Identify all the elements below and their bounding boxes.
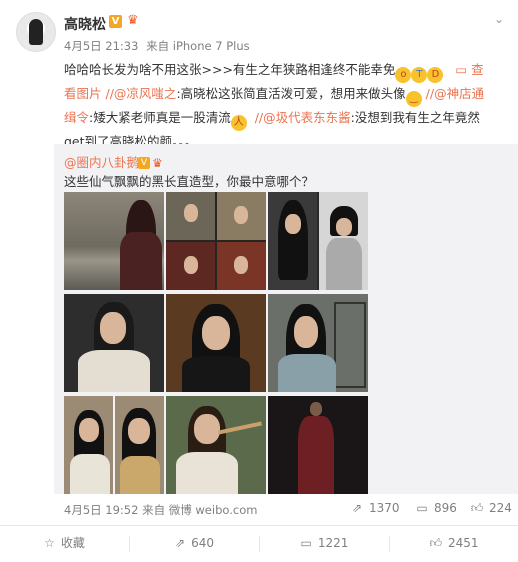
verified-icon: V [138, 156, 150, 169]
repost-comment-3: :没想到我有生之年竟然 [350, 110, 480, 125]
smile-emoji-icon: ‿ [405, 91, 422, 107]
repost-icon: ⇗ [175, 536, 186, 550]
avatar-figure [29, 19, 43, 45]
view-image-link-2[interactable]: 看图片 [64, 86, 102, 101]
verified-icon: V [109, 15, 122, 28]
from-label: 来自 [146, 39, 170, 53]
repost-count-small[interactable]: ⇗ 1370 [350, 501, 400, 515]
text-line-1: 哈哈哈长发为啥不用这张>>>有生之年狭路相逢终不能幸免 [64, 62, 396, 77]
crying-emoji-icon: T [411, 67, 428, 83]
post-time[interactable]: 4月5日 21:33 [64, 39, 138, 53]
like-icon: 👍︎ [429, 536, 442, 550]
photo-8[interactable] [166, 396, 266, 494]
photo-5[interactable] [166, 294, 266, 392]
comment-icon: ▭ [300, 536, 312, 550]
repost-author[interactable]: @圈内八卦鹅 [64, 152, 139, 171]
photo-1[interactable] [64, 192, 164, 290]
crown-icon: ♛ [152, 155, 163, 170]
repost-badges: V ♛ [138, 152, 163, 171]
photo-4[interactable] [64, 294, 164, 392]
star-icon: ☆ [44, 536, 55, 550]
weibo-card: 高晓松 V ♛ ⌄ 4月5日 21:33 来自 iPhone 7 Plus 哈哈… [0, 0, 518, 562]
pray-emoji-icon: 人 [230, 115, 247, 131]
author-name[interactable]: 高晓松 [64, 14, 106, 34]
post-device: iPhone 7 Plus [172, 39, 250, 53]
repost-box: @圈内八卦鹅 V ♛ 这些仙气飘飘的黑长直造型，你最中意哪个？ [54, 144, 518, 494]
view-image-link[interactable]: ▭ 查 [447, 62, 483, 77]
repost-comment-1: :高晓松这张简直活泼可爱，想用来做头像 [176, 86, 406, 101]
repost-button[interactable]: ⇗ 640 [130, 526, 259, 562]
comment-button[interactable]: ▭ 1221 [260, 526, 389, 562]
photo-9[interactable] [268, 396, 368, 494]
repost-comment-2: :矮大紧老师真是一股清流 [89, 110, 231, 125]
crown-icon: ♛ [127, 13, 139, 28]
laugh-emoji-icon: D [427, 67, 444, 83]
repost-icon: ⇗ [351, 501, 363, 515]
post-text: 哈哈哈长发为啥不用这张>>>有生之年狭路相逢终不能幸免 o T D ▭ 查 看图片 /… [64, 59, 508, 152]
footer-meta: 4月5日 19:52 来自 微博 weibo.com [64, 502, 257, 518]
footer-source: 微博 weibo.com [168, 503, 258, 517]
photo-7[interactable] [64, 396, 164, 494]
mention-3[interactable]: //@圾代表东东酱 [255, 110, 351, 125]
photo-2[interactable] [166, 192, 266, 290]
comment-icon: ▭ [416, 501, 428, 515]
surprised-emoji-icon: o [395, 67, 412, 83]
mention-2[interactable]: //@神店通 [426, 86, 484, 101]
like-button[interactable]: 👍︎ 2451 [390, 526, 518, 562]
repost-text: 这些仙气飘飘的黑长直造型，你最中意哪个？ [64, 174, 315, 189]
footer-from-label: 来自 [142, 503, 166, 517]
mention-1[interactable]: //@凉风嗤之 [106, 86, 177, 101]
avatar[interactable] [16, 12, 56, 52]
chevron-down-icon[interactable]: ⌄ [494, 12, 504, 26]
post-meta: 4月5日 21:33 来自 iPhone 7 Plus [64, 38, 250, 54]
favorite-button[interactable]: ☆ 收藏 [0, 526, 129, 562]
comment-count-small[interactable]: ▭ 896 [415, 501, 457, 515]
like-count-small[interactable]: 👍︎ 224 [470, 501, 512, 516]
photo-3[interactable] [268, 192, 368, 290]
photo-6[interactable] [268, 294, 368, 392]
repost-time[interactable]: 4月5日 19:52 [64, 503, 138, 517]
mention-2b[interactable]: 缉令 [64, 110, 89, 125]
like-icon: 👍︎ [470, 501, 484, 515]
